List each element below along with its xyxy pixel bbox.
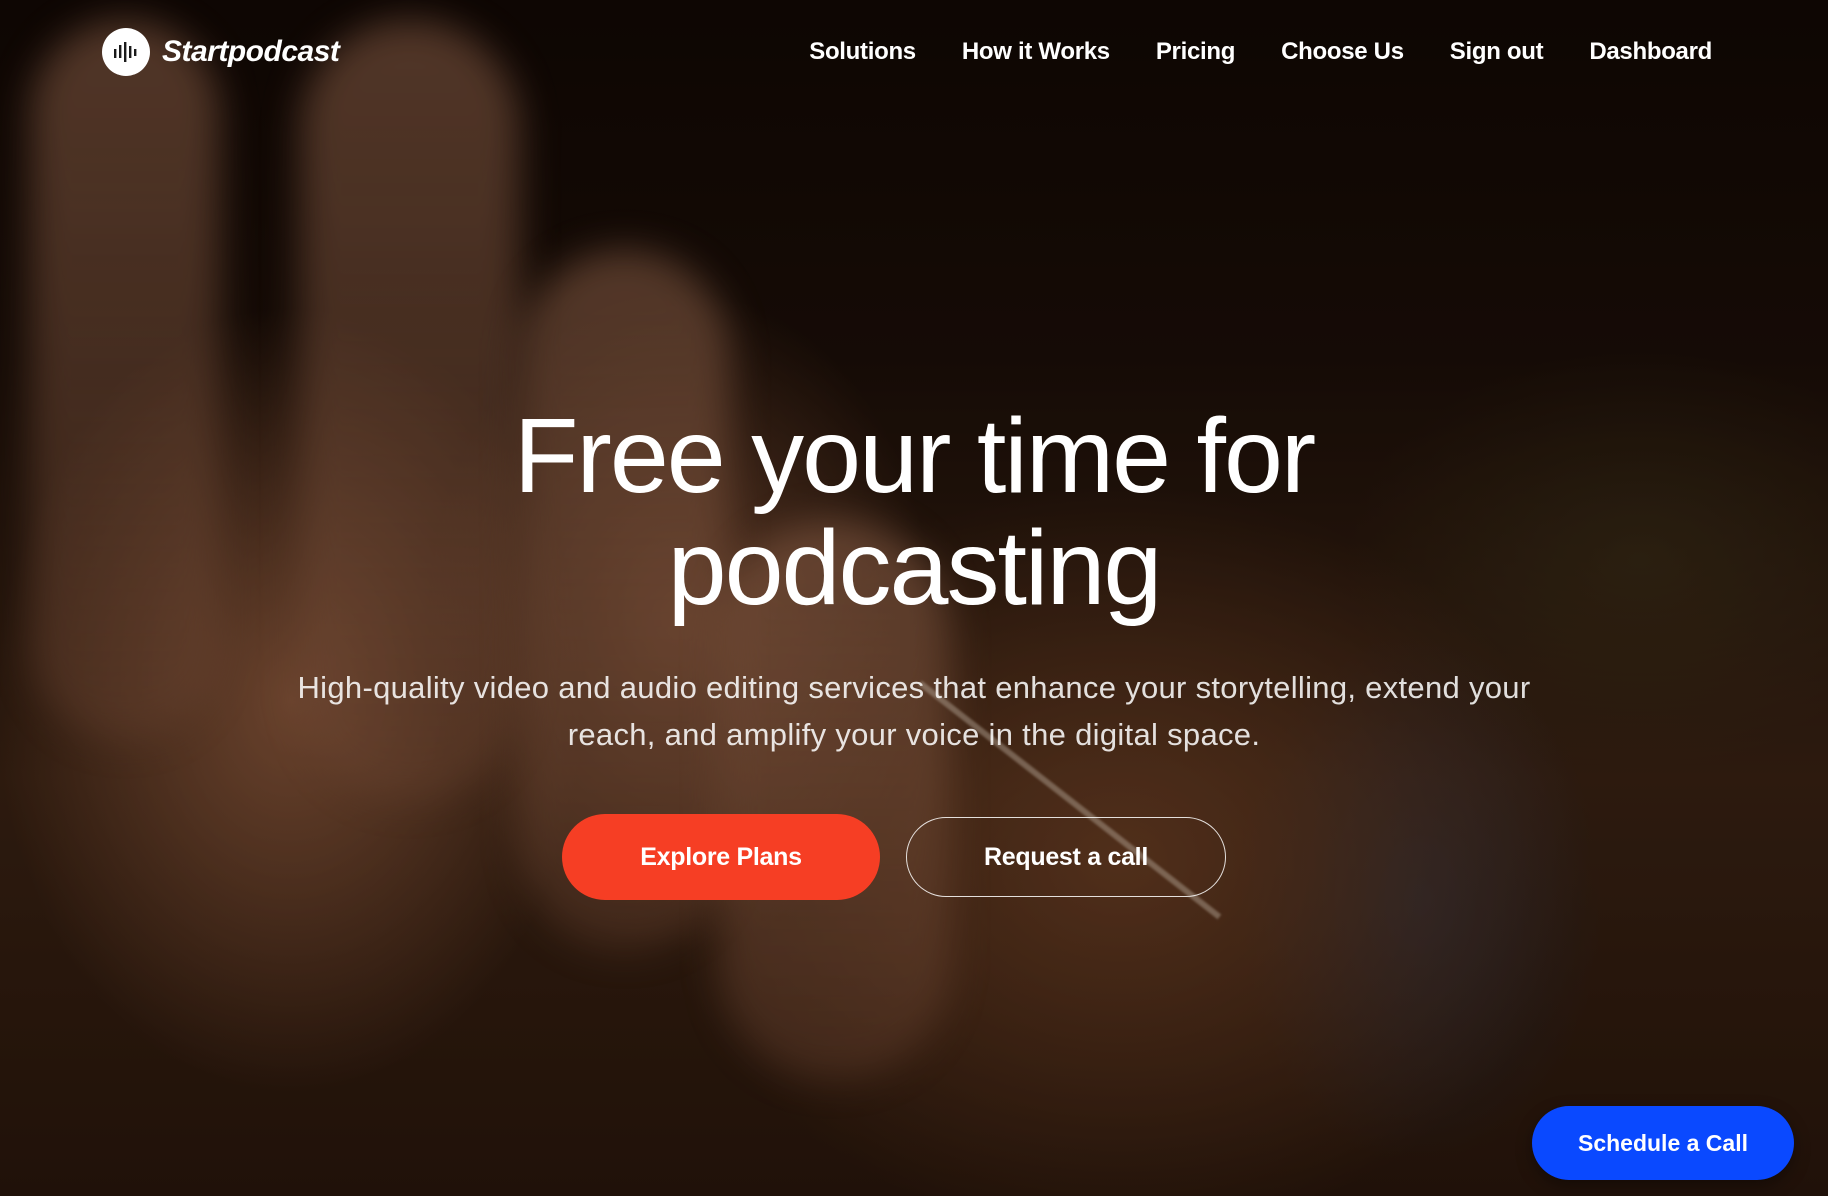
nav-item-sign-out[interactable]: Sign out [1450,38,1544,66]
nav-item-pricing[interactable]: Pricing [1156,38,1236,66]
request-call-button[interactable]: Request a call [906,817,1226,897]
nav-item-how-it-works[interactable]: How it Works [962,38,1110,66]
main-nav: Solutions How it Works Pricing Choose Us… [809,38,1712,66]
site-header: Startpodcast Solutions How it Works Pric… [0,0,1828,104]
nav-item-dashboard[interactable]: Dashboard [1589,38,1712,66]
hero-cta-row: Explore Plans Request a call [0,814,1828,900]
hero-title: Free your time for podcasting [464,400,1364,624]
hero-title-line-1: Free your time for [513,397,1316,515]
brand-logo-link[interactable]: Startpodcast [102,28,340,76]
nav-item-solutions[interactable]: Solutions [809,38,916,66]
brand-name: Startpodcast [162,35,340,68]
hero-subtitle: High-quality video and audio editing ser… [297,670,1531,752]
sound-wave-icon [102,28,150,76]
hero-section: Free your time for podcasting High-quali… [0,400,1828,900]
nav-item-choose-us[interactable]: Choose Us [1281,38,1404,66]
hero-title-line-2: podcasting [667,509,1163,627]
schedule-call-button[interactable]: Schedule a Call [1532,1106,1794,1180]
explore-plans-button[interactable]: Explore Plans [562,814,880,900]
